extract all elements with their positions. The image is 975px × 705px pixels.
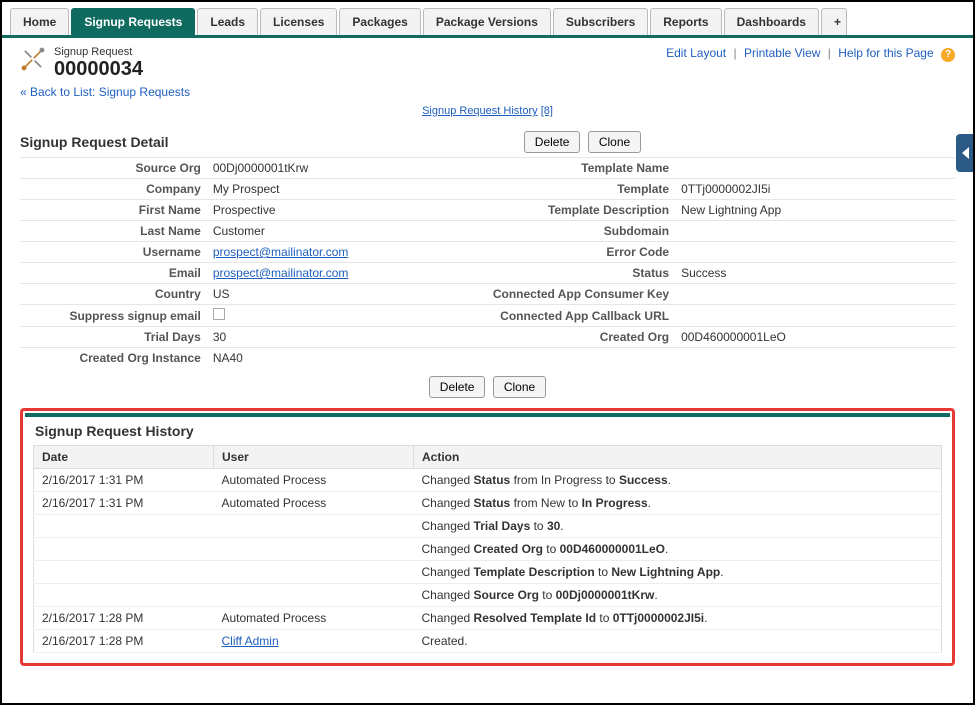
tab-leads[interactable]: Leads — [197, 8, 258, 35]
record-name: 00000034 — [54, 58, 143, 81]
delete-button-bottom[interactable]: Delete — [429, 376, 486, 398]
history-table: DateUserAction 2/16/2017 1:31 PMAutomate… — [33, 445, 942, 653]
clone-button[interactable]: Clone — [588, 131, 641, 153]
history-anchor-link[interactable]: Signup Request History — [422, 105, 538, 117]
delete-button[interactable]: Delete — [524, 131, 581, 153]
tab-subscribers[interactable]: Subscribers — [553, 8, 648, 35]
history-user-link[interactable]: Cliff Admin — [222, 634, 279, 648]
table-row: 2/16/2017 1:31 PMAutomated ProcessChange… — [34, 469, 942, 492]
tab-package-versions[interactable]: Package Versions — [423, 8, 551, 35]
edit-layout-link[interactable]: Edit Layout — [666, 46, 726, 60]
help-icon[interactable]: ? — [941, 48, 955, 62]
side-panel-toggle[interactable] — [956, 134, 974, 172]
history-title: Signup Request History — [35, 423, 942, 439]
tab-bar: HomeSignup RequestsLeadsLicensesPackages… — [2, 8, 973, 38]
help-link[interactable]: Help for this Page — [838, 46, 933, 60]
tab-reports[interactable]: Reports — [650, 8, 721, 35]
history-col-date: Date — [34, 446, 214, 469]
detail-section-title: Signup Request Detail — [20, 134, 190, 150]
history-col-user: User — [214, 446, 414, 469]
table-row: Changed Template Description to New Ligh… — [34, 561, 942, 584]
entity-label: Signup Request — [54, 46, 143, 58]
tools-icon — [20, 46, 46, 75]
tab-packages[interactable]: Packages — [339, 8, 420, 35]
tab-add[interactable]: + — [821, 8, 847, 35]
tab-licenses[interactable]: Licenses — [260, 8, 337, 35]
table-row: 2/16/2017 1:28 PMAutomated ProcessChange… — [34, 607, 942, 630]
table-row: Changed Trial Days to 30. — [34, 515, 942, 538]
history-highlight-box: Signup Request History DateUserAction 2/… — [20, 408, 955, 666]
username-link[interactable]: prospect@mailinator.com — [213, 245, 349, 259]
tab-home[interactable]: Home — [10, 8, 69, 35]
table-row: 2/16/2017 1:31 PMAutomated ProcessChange… — [34, 492, 942, 515]
table-row: Changed Source Org to 00Dj0000001tKrw. — [34, 584, 942, 607]
suppress-checkbox — [213, 308, 225, 320]
detail-table: Source Org00Dj0000001tKrw Template Name … — [20, 157, 955, 368]
table-row: 2/16/2017 1:28 PMCliff AdminCreated. — [34, 630, 942, 653]
email-link[interactable]: prospect@mailinator.com — [213, 266, 349, 280]
back-to-list-link[interactable]: « Back to List: Signup Requests — [20, 85, 955, 99]
tab-signup-requests[interactable]: Signup Requests — [71, 8, 195, 35]
history-col-action: Action — [414, 446, 942, 469]
clone-button-bottom[interactable]: Clone — [493, 376, 546, 398]
printable-view-link[interactable]: Printable View — [744, 46, 821, 60]
top-links: Edit Layout | Printable View | Help for … — [666, 46, 955, 62]
related-list-anchor: Signup Request History [8] — [20, 105, 955, 117]
table-row: Changed Created Org to 00D460000001LeO. — [34, 538, 942, 561]
tab-dashboards[interactable]: Dashboards — [724, 8, 819, 35]
